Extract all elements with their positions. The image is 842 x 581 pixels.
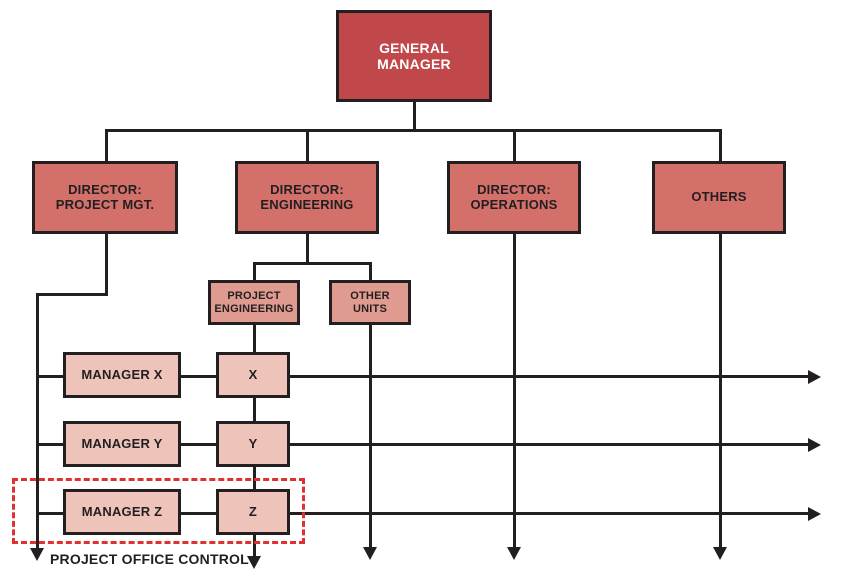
node-general-manager[interactable]: GENERAL MANAGER (336, 10, 492, 102)
node-director-project-mgt[interactable]: DIRECTOR: PROJECT MGT. (32, 161, 178, 234)
node-director-operations[interactable]: DIRECTOR: OPERATIONS (447, 161, 581, 234)
node-manager-x[interactable]: MANAGER X (63, 352, 181, 398)
connector-others-spine (719, 233, 722, 552)
connector-row-x (290, 375, 810, 378)
connector-drop-project-engineering (253, 262, 256, 280)
node-director-project-mgt-label: DIRECTOR: PROJECT MGT. (55, 181, 155, 212)
node-others-label: OTHERS (691, 189, 747, 205)
node-project-y-label: Y (248, 435, 258, 451)
connector-managery-to-y (180, 443, 216, 446)
connector-eng-bus (253, 262, 372, 265)
node-director-operations-label: DIRECTOR: OPERATIONS (470, 181, 558, 212)
node-director-engineering[interactable]: DIRECTOR: ENGINEERING (235, 161, 379, 234)
arrow-others-down (713, 547, 727, 560)
project-office-control-label: PROJECT OFFICE CONTROL (50, 551, 249, 567)
node-project-z-label: Z (248, 503, 258, 519)
node-project-engineering[interactable]: PROJECT ENGINEERING (208, 280, 300, 325)
arrow-pm-spine-down (30, 548, 44, 561)
node-manager-z-label: MANAGER Z (81, 503, 163, 519)
arrow-row-y-right (808, 438, 821, 452)
connector-drop-operations (513, 129, 516, 161)
connector-row-z (290, 512, 810, 515)
org-chart-diagram: PROJECT OFFICE CONTROL GENERAL MANAGER D… (0, 0, 842, 581)
arrow-row-z-right (808, 507, 821, 521)
node-general-manager-label: GENERAL MANAGER (377, 39, 451, 72)
connector-pm-down (105, 233, 108, 296)
arrow-row-x-right (808, 370, 821, 384)
connector-row-y (290, 443, 810, 446)
arrow-other-units-down (363, 547, 377, 560)
connector-eng-down (306, 233, 309, 264)
node-project-z[interactable]: Z (216, 489, 290, 535)
arrow-project-engineering-down (247, 556, 261, 569)
node-manager-x-label: MANAGER X (81, 366, 163, 382)
arrow-operations-down (507, 547, 521, 560)
node-other-units[interactable]: OTHER UNITS (329, 280, 411, 325)
connector-drop-project-mgt (105, 129, 108, 161)
node-project-y[interactable]: Y (216, 421, 290, 467)
connector-spine-to-manager-x (36, 375, 65, 378)
connector-drop-others (719, 129, 722, 161)
node-project-x[interactable]: X (216, 352, 290, 398)
node-others[interactable]: OTHERS (652, 161, 786, 234)
node-manager-y-label: MANAGER Y (81, 435, 163, 451)
node-project-engineering-label: PROJECT ENGINEERING (214, 289, 294, 315)
node-manager-z[interactable]: MANAGER Z (63, 489, 181, 535)
connector-gm-stem (413, 101, 416, 131)
connector-other-units-spine (369, 324, 372, 552)
connector-managerx-to-x (180, 375, 216, 378)
connector-operations-spine (513, 233, 516, 552)
node-project-x-label: X (248, 366, 258, 382)
connector-drop-engineering (306, 129, 309, 161)
node-manager-y[interactable]: MANAGER Y (63, 421, 181, 467)
connector-pm-left (36, 293, 108, 296)
connector-spine-to-manager-y (36, 443, 65, 446)
connector-director-bus (105, 129, 722, 132)
node-director-engineering-label: DIRECTOR: ENGINEERING (260, 181, 354, 212)
node-other-units-label: OTHER UNITS (350, 289, 390, 315)
connector-drop-other-units (369, 262, 372, 280)
